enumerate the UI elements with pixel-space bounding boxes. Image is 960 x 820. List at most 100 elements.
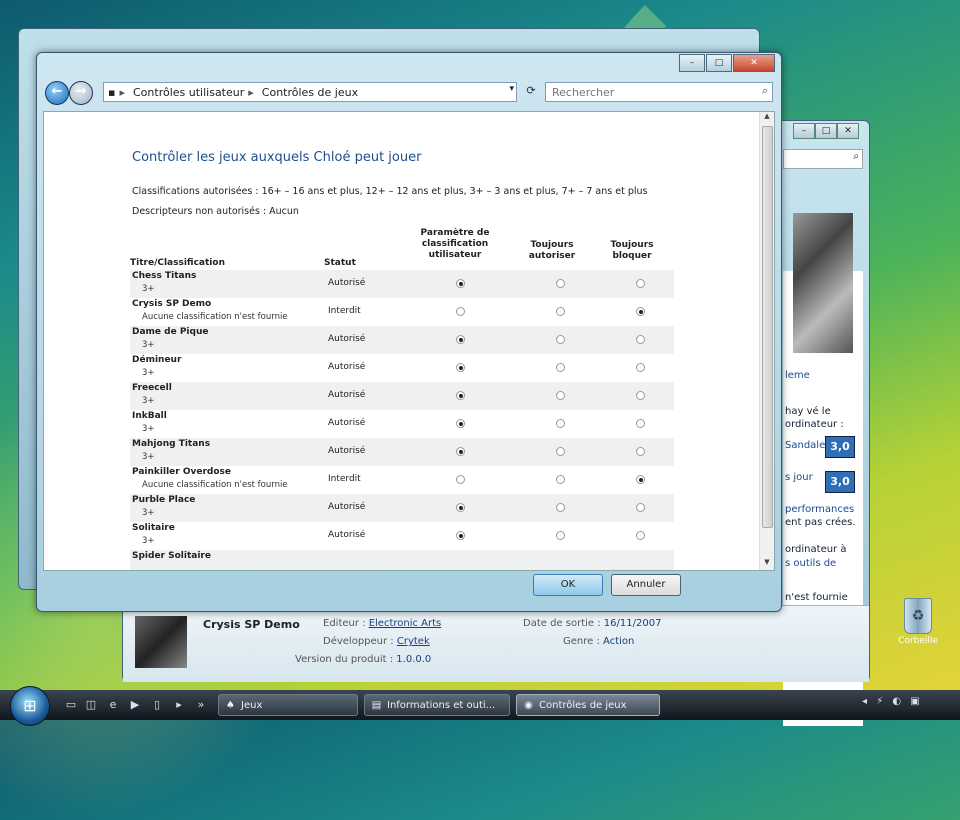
always-allow-radio[interactable] [556,503,565,512]
chevron-right-icon: ▸ [119,85,125,99]
detail-label: Genre : [563,636,600,647]
user-setting-radio[interactable] [456,503,465,512]
blocked-descriptors-text: Descripteurs non autorisés : Aucun [132,206,299,217]
developer-link[interactable]: Crytek [397,636,430,647]
user-setting-radio[interactable] [456,335,465,344]
maximize-button[interactable]: □ [706,54,732,72]
game-title: Crysis SP Demo [203,618,300,631]
user-setting-radio[interactable] [456,475,465,484]
taskbar-button-active[interactable]: ◉ Contrôles de jeux [516,694,660,716]
address-bar[interactable]: ▪ ▸ Contrôles utilisateur ▸ Contrôles de… [103,82,517,102]
info-text[interactable]: performances [785,503,854,516]
user-setting-radio[interactable] [456,279,465,288]
table-row[interactable]: Purble Place 3+ Autorisé [130,494,674,522]
table-row[interactable]: Mahjong Titans 3+ Autorisé [130,438,674,466]
performance-score[interactable]: 3,0 [825,436,855,458]
always-block-radio[interactable] [636,503,645,512]
table-row[interactable]: Spider Solitaire [130,550,674,570]
table-row[interactable]: Chess Titans 3+ Autorisé [130,270,674,298]
search-input[interactable] [546,83,744,101]
maximize-button[interactable]: □ [815,123,837,139]
always-allow-radio[interactable] [556,391,565,400]
table-row[interactable]: Painkiller Overdose Aucune classification… [130,466,674,494]
always-block-radio[interactable] [636,391,645,400]
game-details-pane: Crysis SP Demo Editeur : Electronic Arts… [123,605,869,682]
vertical-scrollbar[interactable]: ▲ ▼ [759,112,774,570]
always-allow-radio[interactable] [556,363,565,372]
minimize-button[interactable]: – [679,54,705,72]
taskbar-button[interactable]: ♠ Jeux [218,694,358,716]
always-allow-radio[interactable] [556,335,565,344]
user-setting-radio[interactable] [456,363,465,372]
user-setting-radio[interactable] [456,391,465,400]
user-setting-radio[interactable] [456,531,465,540]
detail-label: Développeur : [323,636,394,647]
quick-launch-icon[interactable]: ▸ [172,698,186,712]
show-desktop-icon[interactable]: ▭ [64,698,78,712]
window-switcher-icon[interactable]: ◫ [84,698,98,712]
breadcrumb-item[interactable]: Contrôles de jeux [262,86,358,99]
chevron-down-icon[interactable]: ▾ [509,84,514,94]
always-block-radio[interactable] [636,335,645,344]
system-tray[interactable]: ◂ ⚡ ◐ ▣ [862,696,923,707]
refresh-icon[interactable]: ⟳ [521,82,541,100]
always-block-radio[interactable] [636,531,645,540]
control-panel-icon: ▪ [108,85,116,99]
scroll-down-icon[interactable]: ▼ [760,558,774,570]
always-block-radio[interactable] [636,363,645,372]
info-text[interactable]: leme [785,369,810,382]
game-thumbnail [135,616,187,668]
always-allow-radio[interactable] [556,531,565,540]
close-button[interactable]: ✕ [837,123,859,139]
user-setting-radio[interactable] [456,447,465,456]
scroll-up-icon[interactable]: ▲ [760,112,774,124]
recycle-bin[interactable]: ♻ Corbeille [896,598,940,646]
browser-icon[interactable]: e [106,698,120,712]
table-row[interactable]: Dame de Pique 3+ Autorisé [130,326,674,354]
game-rating: 3+ [142,536,155,546]
game-title: Freecell [132,383,172,393]
document-icon[interactable]: ▯ [150,698,164,712]
search-icon[interactable]: ⌕ [762,84,768,98]
table-row[interactable]: Solitaire 3+ Autorisé [130,522,674,550]
always-allow-radio[interactable] [556,419,565,428]
game-screenshot [793,213,853,353]
cancel-button[interactable]: Annuler [611,574,681,596]
info-text[interactable]: s outils de [785,557,836,570]
forward-button[interactable]: → [69,81,93,105]
always-block-radio[interactable] [636,279,645,288]
performance-score[interactable]: 3,0 [825,471,855,493]
always-allow-radio[interactable] [556,475,565,484]
game-rating: 3+ [142,340,155,350]
always-block-radio[interactable] [636,419,645,428]
user-setting-radio[interactable] [456,307,465,316]
start-button[interactable]: ⊞ [10,686,50,726]
back-button[interactable]: ← [45,81,69,105]
always-block-radio[interactable] [636,447,645,456]
quick-launch-chevron-icon[interactable]: » [194,698,208,712]
publisher-link[interactable]: Electronic Arts [369,618,442,629]
always-block-radio[interactable] [636,475,645,484]
taskbar-button[interactable]: ▤ Informations et outi... [364,694,510,716]
close-button[interactable]: ✕ [733,54,775,72]
ok-button[interactable]: OK [533,574,603,596]
search-field[interactable]: ⌕ [783,149,863,169]
scrollbar-thumb[interactable] [762,126,773,528]
user-setting-radio[interactable] [456,419,465,428]
minimize-button[interactable]: – [793,123,815,139]
search-box[interactable]: ⌕ [545,82,773,102]
always-allow-radio[interactable] [556,447,565,456]
always-block-radio[interactable] [636,307,645,316]
always-allow-radio[interactable] [556,307,565,316]
column-header-title: Titre/Classification [130,258,225,268]
table-row[interactable]: Crysis SP Demo Aucune classification n'es… [130,298,674,326]
always-allow-radio[interactable] [556,279,565,288]
search-icon: ⌕ [853,151,859,162]
game-controls-dialog[interactable]: – □ ✕ ← → ▪ ▸ Contrôles utilisateur ▸ Co… [36,52,782,612]
table-row[interactable]: Freecell 3+ Autorisé [130,382,674,410]
table-row[interactable]: InkBall 3+ Autorisé [130,410,674,438]
column-header-always-allow: Toujours autoriser [528,240,576,261]
table-row[interactable]: Démineur 3+ Autorisé [130,354,674,382]
media-player-icon[interactable]: ▶ [128,698,142,712]
breadcrumb-item[interactable]: Contrôles utilisateur [133,86,244,99]
